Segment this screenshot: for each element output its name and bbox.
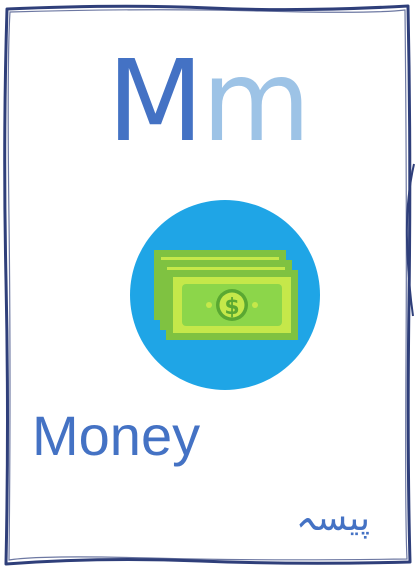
- money-cash-icon: $: [130, 200, 320, 390]
- letter-heading: Mm: [0, 46, 416, 158]
- dollar-sign-icon: $: [224, 295, 239, 320]
- bill-front: $: [166, 270, 298, 340]
- word-label: Money: [32, 404, 201, 467]
- next-card-edge: [405, 163, 415, 317]
- lowercase-letter: m: [201, 37, 311, 167]
- translation-label: پیسہ: [295, 498, 370, 539]
- alphabet-card: Mm $ Money پیسہ: [0, 0, 416, 568]
- uppercase-letter: M: [107, 37, 204, 167]
